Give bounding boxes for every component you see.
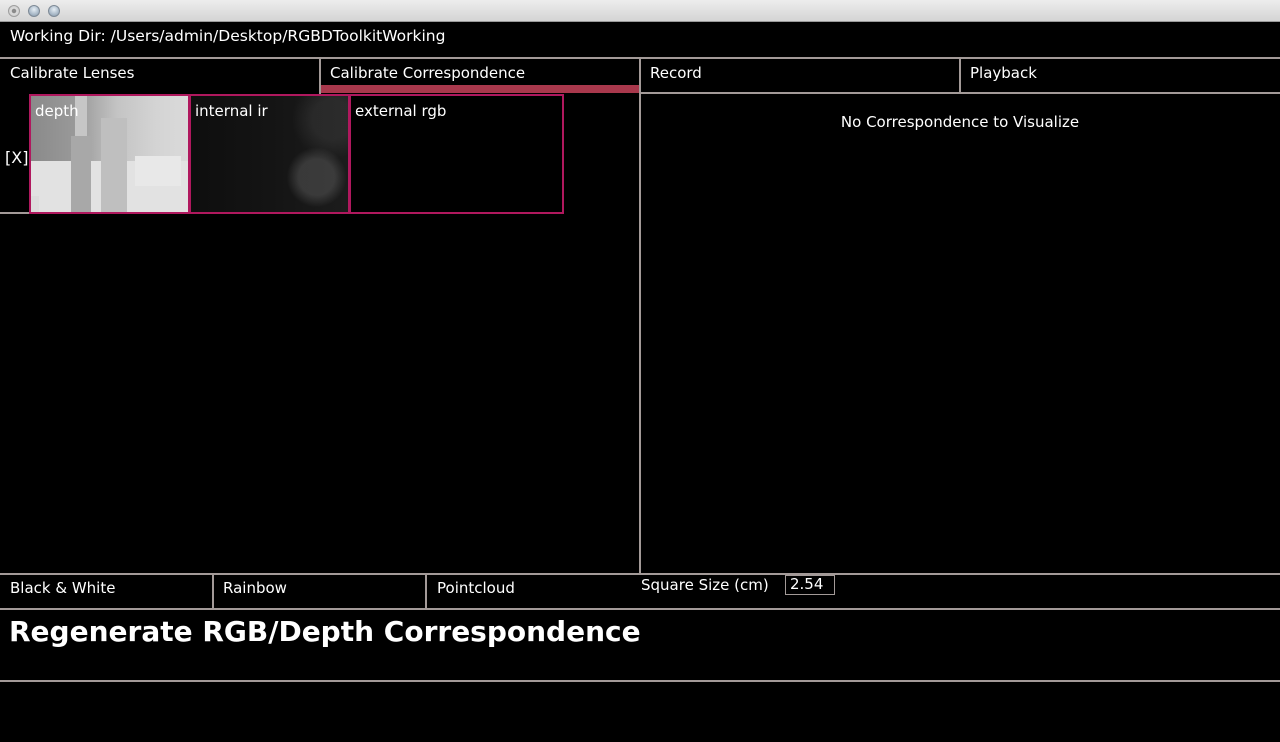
tab-record-label: Record [650,64,702,82]
render-mode-pointcloud-label: Pointcloud [437,579,515,597]
active-tab-indicator [321,85,639,93]
tab-calibrate-correspondence-label: Calibrate Correspondence [330,64,526,82]
render-mode-rainbow[interactable]: Rainbow [214,575,425,608]
tab-calibrate-correspondence[interactable]: Calibrate Correspondence [321,59,639,93]
external-rgb-thumbnail[interactable]: external rgb [349,94,564,214]
panel-divider [639,58,641,574]
depth-thumbnail-label: depth [35,102,79,120]
controls-bottom-divider [0,608,1280,610]
render-mode-pointcloud[interactable]: Pointcloud [427,575,639,608]
square-size-input[interactable]: 2.54 [785,575,835,595]
regenerate-correspondence-button[interactable]: Regenerate RGB/Depth Correspondence [9,615,641,648]
window-titlebar [0,0,1280,22]
depth-shape [135,156,181,186]
tab-calibrate-lenses-label: Calibrate Lenses [10,64,135,82]
tab-record[interactable]: Record [641,59,959,93]
internal-ir-thumbnail-label: internal ir [195,102,268,120]
tab-calibrate-lenses[interactable]: Calibrate Lenses [0,59,319,93]
depth-shape [101,118,127,212]
tab-playback[interactable]: Playback [961,59,1280,93]
render-mode-black-white-label: Black & White [10,579,116,597]
working-dir-label: Working Dir: /Users/admin/Desktop/RGBDTo… [10,27,446,45]
visualizer-empty-message: No Correspondence to Visualize [840,113,1080,131]
external-rgb-thumbnail-label: external rgb [355,102,447,120]
window-zoom-button[interactable] [48,5,60,17]
square-size-label: Square Size (cm) [641,576,769,594]
window-close-button[interactable] [8,5,20,17]
delete-correspondence-button[interactable]: [X] [5,149,28,167]
depth-thumbnail[interactable]: depth [29,94,190,214]
render-mode-rainbow-label: Rainbow [223,579,287,597]
row-underline [0,212,30,214]
tab-playback-label: Playback [970,64,1037,82]
window-minimize-button[interactable] [28,5,40,17]
render-mode-black-white[interactable]: Black & White [0,575,212,608]
depth-shape [31,196,39,212]
depth-shape [71,136,91,212]
footer-divider [0,680,1280,682]
internal-ir-thumbnail[interactable]: internal ir [189,94,350,214]
